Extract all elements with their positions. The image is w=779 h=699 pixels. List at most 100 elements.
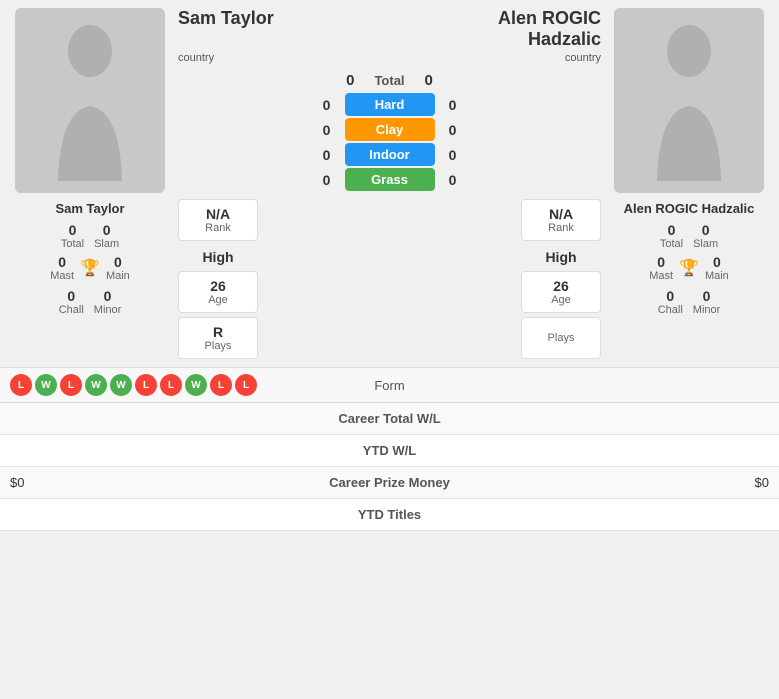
player1-main-cell: 0 Main <box>106 254 130 282</box>
player2-age-box: 26 Age <box>521 271 601 313</box>
stats-center-3: YTD Titles <box>200 507 580 522</box>
player1-mast-value: 0 <box>50 254 74 270</box>
player2-plays-box: Plays <box>521 317 601 359</box>
player2-name-top: Alen ROGIC Hadzalic <box>498 8 601 50</box>
player1-chall-value: 0 <box>59 288 84 304</box>
player2-slam-label: Slam <box>693 238 718 250</box>
player1-age-value: 26 <box>191 278 245 294</box>
hard-score-left: 0 <box>317 97 337 113</box>
surface-rows: 0 Hard 0 0 Clay 0 0 Indoor 0 <box>178 93 601 191</box>
country-row: country country <box>178 52 601 68</box>
player1-age-label: Age <box>191 294 245 306</box>
player1-rank-value: N/A <box>191 206 245 222</box>
form-badge-l: L <box>210 374 232 396</box>
player1-mast-label: Mast <box>50 270 74 282</box>
player2-rank-value: N/A <box>534 206 588 222</box>
hard-badge: Hard <box>345 93 435 116</box>
player2-section: Alen ROGIC Hadzalic 0 Total 0 Slam 0 Mas… <box>609 8 769 359</box>
player1-high-value: High <box>190 249 246 265</box>
player2-total-cell: 0 Total <box>660 222 683 250</box>
stats-row-0: Career Total W/L <box>0 403 779 435</box>
player1-mast-cell: 0 Mast <box>50 254 74 282</box>
player2-age-value: 26 <box>534 278 588 294</box>
hard-score-right: 0 <box>443 97 463 113</box>
form-badge-w: W <box>35 374 57 396</box>
form-badge-l: L <box>135 374 157 396</box>
player1-stats-row: 0 Total 0 Slam <box>61 222 119 250</box>
stats-row-1: YTD W/L <box>0 435 779 467</box>
player1-main-label: Main <box>106 270 130 282</box>
player2-main-value: 0 <box>705 254 729 270</box>
form-badges: LWLWWLLWLL <box>10 374 259 396</box>
player2-minor-label: Minor <box>693 304 721 316</box>
grass-score-right: 0 <box>443 172 463 188</box>
player2-chall-row: 0 Chall 0 Minor <box>658 288 721 316</box>
player1-total-label: Total <box>61 238 84 250</box>
player2-name-below: Alen ROGIC Hadzalic <box>624 201 755 216</box>
stats-row-3: YTD Titles <box>0 499 779 531</box>
player1-rank-box: N/A Rank <box>178 199 258 241</box>
player2-total-label: Total <box>660 238 683 250</box>
player1-total-cell: 0 Total <box>61 222 84 250</box>
indoor-score-right: 0 <box>443 147 463 163</box>
indoor-row: 0 Indoor 0 <box>178 143 601 166</box>
form-badge-l: L <box>235 374 257 396</box>
total-score-left: 0 <box>346 72 354 89</box>
player2-age-label: Age <box>534 294 588 306</box>
stats-row-2: $0Career Prize Money$0 <box>0 467 779 499</box>
age-row: 26 Age 26 Age <box>178 271 601 313</box>
indoor-score-left: 0 <box>317 147 337 163</box>
player1-minor-value: 0 <box>94 288 122 304</box>
player1-silhouette <box>40 21 140 181</box>
player1-section: Sam Taylor 0 Total 0 Slam 0 Mast 🏆 0 <box>10 8 170 359</box>
player2-minor-value: 0 <box>693 288 721 304</box>
form-badge-l: L <box>10 374 32 396</box>
form-row: LWLWWLLWLL Form <box>0 367 779 403</box>
grass-row: 0 Grass 0 <box>178 168 601 191</box>
total-row: 0 Total 0 <box>178 72 601 89</box>
player2-chall-value: 0 <box>658 288 683 304</box>
player1-minor-cell: 0 Minor <box>94 288 122 316</box>
names-top-row: Sam Taylor Alen ROGIC Hadzalic <box>178 8 601 50</box>
player1-photo <box>15 8 165 193</box>
form-badge-w: W <box>85 374 107 396</box>
form-badge-l: L <box>160 374 182 396</box>
form-label: Form <box>265 378 514 393</box>
player2-name-line1: Alen ROGIC <box>498 8 601 28</box>
player1-total-value: 0 <box>61 222 84 238</box>
player2-rank-box: N/A Rank <box>521 199 601 241</box>
clay-row: 0 Clay 0 <box>178 118 601 141</box>
form-badge-w: W <box>110 374 132 396</box>
player2-minor-cell: 0 Minor <box>693 288 721 316</box>
player2-trophy-row: 0 Mast 🏆 0 Main <box>649 254 729 282</box>
player1-name-below: Sam Taylor <box>55 201 124 216</box>
player1-plays-box: R Plays <box>178 317 258 359</box>
player2-mast-value: 0 <box>649 254 673 270</box>
trophy2-icon: 🏆 <box>679 258 699 278</box>
player1-rank-sublabel: Rank <box>191 222 245 234</box>
player2-photo <box>614 8 764 193</box>
stats-right-2: $0 <box>579 475 769 490</box>
stats-center-1: YTD W/L <box>200 443 580 458</box>
player2-main-label: Main <box>705 270 729 282</box>
form-badge-l: L <box>60 374 82 396</box>
indoor-badge: Indoor <box>345 143 435 166</box>
clay-score-right: 0 <box>443 122 463 138</box>
player1-age-box: 26 Age <box>178 271 258 313</box>
stats-left-2: $0 <box>10 475 200 490</box>
player1-plays-label: Plays <box>191 340 245 352</box>
player1-chall-row: 0 Chall 0 Minor <box>59 288 122 316</box>
player2-mast-cell: 0 Mast <box>649 254 673 282</box>
player1-plays-value: R <box>191 324 245 340</box>
stats-table: Career Total W/L YTD W/L $0Career Prize Mo… <box>0 403 779 531</box>
player2-high-box: High <box>521 245 601 269</box>
clay-badge: Clay <box>345 118 435 141</box>
info-boxes-row: N/A Rank N/A Rank <box>178 199 601 241</box>
player2-mast-label: Mast <box>649 270 673 282</box>
total-label: Total <box>374 73 404 88</box>
player2-total-value: 0 <box>660 222 683 238</box>
player1-slam-value: 0 <box>94 222 119 238</box>
hard-row: 0 Hard 0 <box>178 93 601 116</box>
player2-main-cell: 0 Main <box>705 254 729 282</box>
player2-chall-label: Chall <box>658 304 683 316</box>
